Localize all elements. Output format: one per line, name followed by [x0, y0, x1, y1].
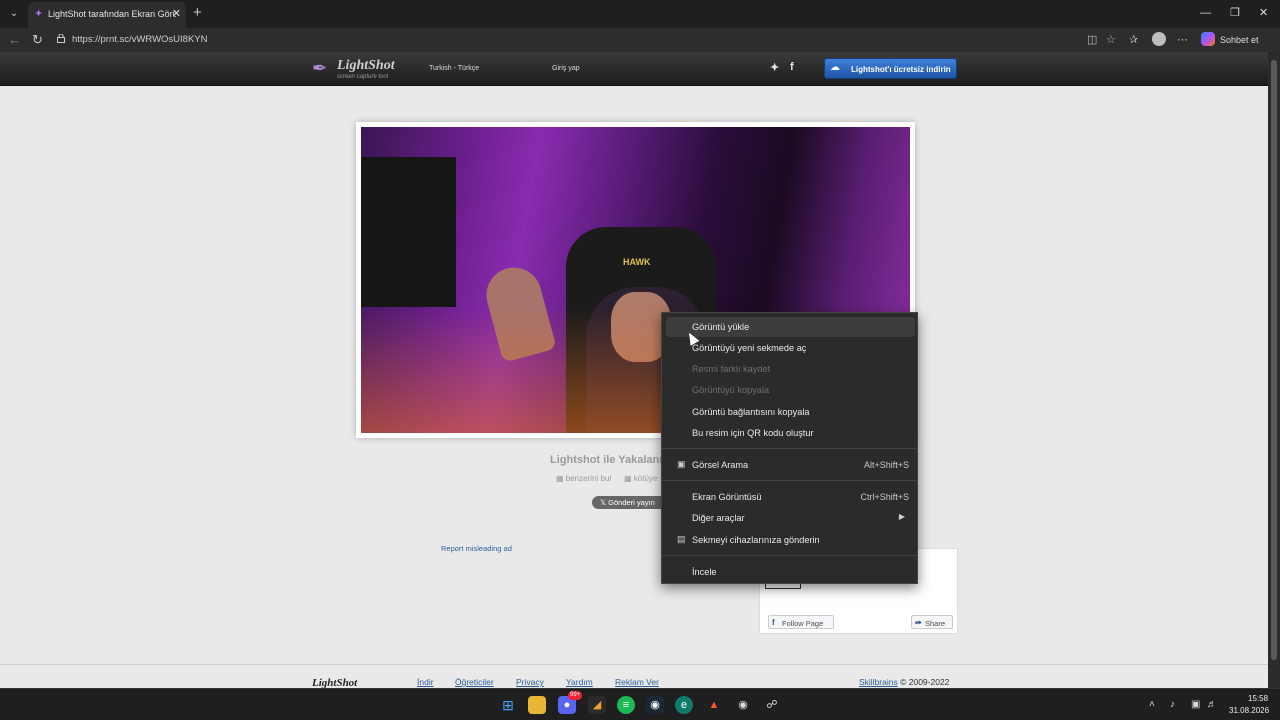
restore-icon[interactable]: ❐ [1230, 6, 1240, 20]
twitter-icon[interactable]: ✦ [770, 61, 779, 74]
microphone-icon[interactable]: ♪ [1170, 698, 1175, 712]
ctx-copy-image: Görüntüyü kopyala [692, 385, 770, 395]
fb-follow-button[interactable]: f Follow Page [768, 615, 834, 629]
footer-link-help[interactable]: Yardım [566, 677, 593, 687]
refresh-icon[interactable]: ↻ [32, 32, 43, 48]
app-icon[interactable]: ◢ [588, 696, 606, 714]
report-link[interactable]: ▦ kötüye [624, 474, 657, 483]
new-tab-icon[interactable]: + [193, 5, 202, 21]
page-content: ✒ LightShot screen capture tool Turkish … [0, 52, 1268, 688]
favorite-star-icon[interactable]: ☆ [1106, 32, 1116, 48]
taskbar: ⊞ ● 99+ ◢ ≡ ◉ e ▲ ◉ ☍ ˄ ♪ ▣ ♬ 15:58 31.08… [0, 688, 1280, 720]
ctx-save-image-as: Resmi farklı kaydet [692, 364, 771, 374]
ctx-create-qr-code[interactable]: Bu resim için QR kodu oluştur [666, 423, 915, 443]
profile-icon[interactable] [1152, 32, 1166, 46]
address-bar[interactable]: https://prnt.sc/vWRWOsUI8KYN [52, 31, 1072, 49]
url-text: https://prnt.sc/vWRWOsUI8KYN [72, 34, 208, 45]
site-footer: LightShot İndir Öğreticiler Privacy Yard… [0, 664, 1268, 688]
ctx-send-to-devices[interactable]: ▤ Sekmeyi cihazlarınıza gönderin [666, 530, 915, 550]
tab-bar: ⌄ ✦ LightShot tarafından Ekran Görüntüsü… [0, 0, 1280, 28]
tweet-button[interactable]: 𝕏 Gönderi yayın [592, 496, 672, 509]
more-icon[interactable]: ⋯ [1177, 32, 1188, 48]
logo-tagline: screen capture tool [337, 74, 389, 80]
footer-logo[interactable]: LightShot [312, 677, 357, 688]
chevron-right-icon: ▶ [898, 512, 905, 521]
fb-share-button[interactable]: ➦ Share [911, 615, 953, 629]
page-scrollbar[interactable] [1268, 52, 1280, 688]
fb-share-label: Share [925, 619, 946, 628]
file-explorer-icon[interactable] [528, 696, 546, 714]
menu-separator [662, 555, 917, 556]
lock-icon[interactable] [57, 34, 65, 43]
facebook-icon[interactable]: f [790, 61, 794, 73]
browser-toolbar: ← ↻ https://prnt.sc/vWRWOsUI8KYN ◫ ☆ ✰ ⋯… [0, 28, 1280, 52]
report-ad-link[interactable]: Report misleading ad [441, 544, 512, 553]
similar-label: benzerini bul [565, 474, 612, 483]
download-button[interactable]: ☁ Lightshot'ı ücretsiz indirin [824, 58, 957, 79]
similar-link[interactable]: ▦ benzerini bul [556, 474, 611, 483]
copilot-icon[interactable] [1201, 32, 1215, 46]
context-menu: Görüntü yükle Görüntüyü yeni sekmede aç … [661, 312, 918, 584]
scrollbar-thumb[interactable] [1271, 60, 1277, 660]
visual-search-icon: ▣ [677, 459, 686, 469]
ctx-open-image-new-tab[interactable]: Görüntüyü yeni sekmede aç [666, 338, 915, 358]
app-icon[interactable]: ☍ [763, 696, 781, 714]
favorites-icon[interactable]: ✰ [1129, 32, 1138, 48]
browser-tab[interactable]: ✦ LightShot tarafından Ekran Görüntüsü ✕ [28, 2, 186, 28]
site-logo[interactable]: LightShot [337, 58, 395, 74]
lightshot-favicon-icon: ✦ [34, 8, 44, 20]
display-icon[interactable]: ▣ [1191, 698, 1200, 712]
menu-separator [662, 448, 917, 449]
feather-icon: ✒ [312, 58, 328, 78]
edge-icon[interactable]: e [675, 696, 693, 714]
back-icon[interactable]: ← [8, 32, 21, 48]
send-to-device-icon: ▤ [677, 534, 686, 544]
tab-title: LightShot tarafından Ekran Görüntüsü [48, 9, 176, 19]
site-header: ✒ LightShot screen capture tool Turkish … [0, 52, 1268, 86]
copilot-label[interactable]: Sohbet et [1220, 35, 1259, 45]
ctx-visual-search[interactable]: ▣ Görsel Arama Alt+Shift+S [666, 455, 915, 475]
footer-link-download[interactable]: İndir [417, 677, 434, 687]
tweet-label: 𝕏 Gönderi yayın [600, 498, 655, 507]
minimize-icon[interactable]: — [1200, 6, 1211, 20]
footer-copyright: Skillbrains © 2009-2022 [859, 677, 950, 687]
fb-follow-label: Follow Page [782, 619, 824, 628]
menu-separator [662, 480, 917, 481]
login-link[interactable]: Giriş yap [552, 65, 580, 72]
discord-icon[interactable]: ● 99+ [558, 691, 583, 714]
footer-link-tutorials[interactable]: Öğreticiler [455, 677, 494, 687]
download-icon: ☁ [830, 62, 840, 73]
ctx-inspect[interactable]: İncele [666, 562, 915, 582]
ctx-screenshot[interactable]: Ekran Görüntüsü Ctrl+Shift+S [666, 487, 915, 507]
windows-start-icon[interactable]: ⊞ [499, 696, 517, 714]
app-icon[interactable]: ◉ [734, 696, 752, 714]
ctx-upload-image[interactable]: Görüntü yükle [666, 317, 915, 337]
caption-title: Lightshot ile Yakalanm [550, 454, 669, 466]
tab-list-icon[interactable]: ⌄ [5, 5, 23, 23]
ctx-copy-image-link[interactable]: Görüntü bağlantısını kopyala [666, 402, 915, 422]
ctx-more-tools[interactable]: Diğer araçlar ▶ [666, 508, 915, 528]
photo-badge: HAWK [623, 257, 651, 267]
brave-icon[interactable]: ▲ [705, 696, 723, 714]
tab-close-icon[interactable]: ✕ [172, 7, 181, 21]
photo-wall-panel [361, 157, 456, 307]
footer-brand-link[interactable]: Skillbrains [859, 677, 898, 687]
discord-badge: 99+ [568, 691, 583, 700]
report-label: kötüye [633, 474, 658, 483]
facebook-icon: f [772, 618, 775, 627]
share-icon: ➦ [915, 618, 922, 627]
close-icon[interactable]: ✕ [1259, 6, 1268, 20]
volume-icon[interactable]: ♬ [1207, 698, 1217, 712]
footer-link-advertise[interactable]: Reklam Ver [615, 677, 659, 687]
spotify-icon[interactable]: ≡ [617, 696, 635, 714]
clock-date[interactable]: 31.08.2026 [1229, 706, 1269, 715]
split-screen-icon[interactable]: ◫ [1087, 32, 1097, 48]
footer-link-privacy[interactable]: Privacy [516, 677, 544, 687]
steam-icon[interactable]: ◉ [646, 696, 664, 714]
download-label: Lightshot'ı ücretsiz indirin [851, 65, 951, 74]
chevron-up-icon[interactable]: ˄ [1149, 698, 1155, 712]
language-select[interactable]: Turkish - Türkçe [429, 65, 479, 72]
clock-time[interactable]: 15:58 [1248, 694, 1268, 703]
